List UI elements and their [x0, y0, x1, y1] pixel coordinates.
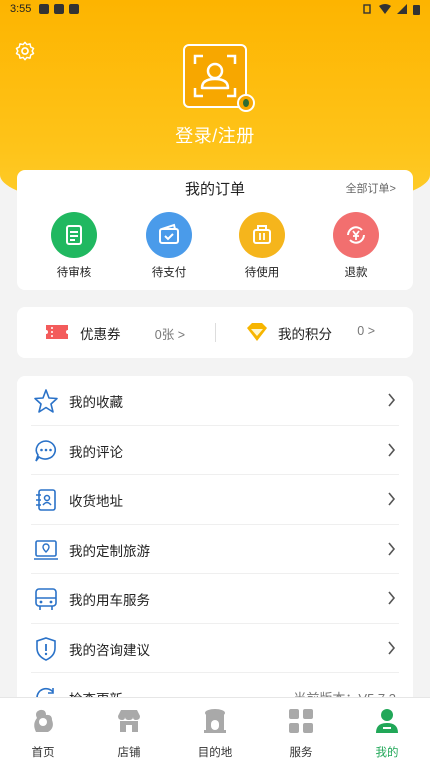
battery-icon [413, 4, 420, 15]
profile-icon [376, 709, 398, 733]
avatar-badge-icon [237, 94, 255, 112]
store-icon [118, 710, 140, 732]
order-label: 退款 [344, 267, 368, 279]
order-refund[interactable]: 退款 [321, 212, 391, 280]
custom-travel-icon [34, 539, 58, 560]
chevron-right-icon [388, 591, 396, 605]
signal-icon [397, 4, 407, 14]
order-pending-review[interactable]: 待审核 [39, 212, 109, 280]
menu-item-car-service[interactable]: 我的用车服务 [31, 574, 399, 624]
order-label: 待审核 [56, 267, 92, 279]
coupon-count: 0张 > [154, 328, 185, 342]
tab-store[interactable]: 店铺 [86, 698, 172, 766]
bus-icon [35, 588, 57, 610]
chevron-right-icon [388, 640, 396, 655]
menu-item-custom-travel[interactable]: 我的定制旅游 [31, 525, 399, 574]
status-time: 3:55 [10, 3, 32, 15]
vibrate-icon [363, 4, 371, 14]
star-icon [34, 389, 58, 413]
points-entry[interactable]: 我的积分 0 > [215, 307, 413, 358]
menu-item-feedback[interactable]: 我的咨询建议 [31, 624, 399, 673]
menu-card: 我的收藏 我的评论 收货地址 我的定制旅游 我的用车服务 我的咨询建议 检查更新… [17, 376, 413, 716]
menu-item-label: 我的定制旅游 [69, 543, 150, 559]
home-icon [34, 709, 53, 732]
tab-label: 店铺 [117, 747, 141, 759]
wallet-icon [146, 212, 192, 258]
coupon-ticket-icon [46, 325, 68, 339]
tab-label: 目的地 [197, 747, 233, 759]
refund-yen-icon [333, 212, 379, 258]
chevron-right-icon [388, 492, 396, 506]
destination-icon [204, 709, 226, 733]
tab-label: 首页 [31, 747, 55, 759]
notification-icon [39, 4, 50, 14]
status-right-icons [361, 4, 420, 15]
points-label: 我的积分 [278, 327, 332, 342]
points-value: 0 > [357, 324, 375, 338]
wifi-icon [379, 4, 391, 14]
order-label: 待支付 [151, 267, 187, 279]
order-label: 待使用 [244, 267, 280, 279]
login-register-link[interactable]: 登录/注册 [0, 122, 430, 148]
menu-item-comments[interactable]: 我的评论 [31, 426, 399, 475]
tab-label: 服务 [289, 747, 313, 759]
chevron-right-icon [388, 393, 396, 407]
tab-label: 我的 [375, 747, 399, 759]
coupon-label: 优惠券 [80, 327, 121, 342]
tab-home[interactable]: 首页 [0, 698, 86, 766]
points-card: 优惠券 0张 > 我的积分 0 > [17, 307, 413, 358]
menu-item-label: 收货地址 [69, 494, 123, 509]
address-book-icon [36, 489, 56, 511]
settings-gear-icon[interactable] [14, 40, 36, 62]
menu-item-label: 我的收藏 [69, 395, 123, 410]
chevron-right-icon [388, 442, 396, 457]
orders-card: 我的订单 全部订单> 待审核 待支付 待使用 退款 [17, 170, 413, 290]
order-pending-payment[interactable]: 待支付 [134, 212, 204, 280]
coupon-entry[interactable]: 优惠券 0张 > [17, 307, 215, 358]
all-orders-link[interactable]: 全部订单> [346, 180, 396, 196]
diamond-icon [247, 323, 267, 341]
user-avatar-icon [193, 54, 237, 98]
tab-destination[interactable]: 目的地 [172, 698, 258, 766]
bottom-tab-bar: 首页 店铺 目的地 服务 我的 [0, 697, 430, 766]
menu-item-label: 我的用车服务 [69, 593, 150, 608]
luggage-icon [239, 212, 285, 258]
status-bar: 3:55 [0, 0, 430, 18]
chevron-right-icon [388, 541, 396, 556]
notification-icon [69, 4, 80, 14]
menu-item-label: 我的咨询建议 [69, 642, 150, 658]
menu-item-favorites[interactable]: 我的收藏 [31, 376, 399, 426]
order-to-use[interactable]: 待使用 [227, 212, 297, 280]
clipboard-icon [51, 212, 97, 258]
services-icon [289, 709, 313, 733]
menu-item-address[interactable]: 收货地址 [31, 475, 399, 525]
menu-item-label: 我的评论 [69, 444, 123, 460]
tab-services[interactable]: 服务 [258, 698, 344, 766]
avatar[interactable] [183, 44, 255, 112]
shield-alert-icon [36, 636, 56, 661]
notification-icon [54, 4, 65, 14]
comment-icon [35, 439, 57, 461]
tab-profile[interactable]: 我的 [344, 698, 430, 766]
